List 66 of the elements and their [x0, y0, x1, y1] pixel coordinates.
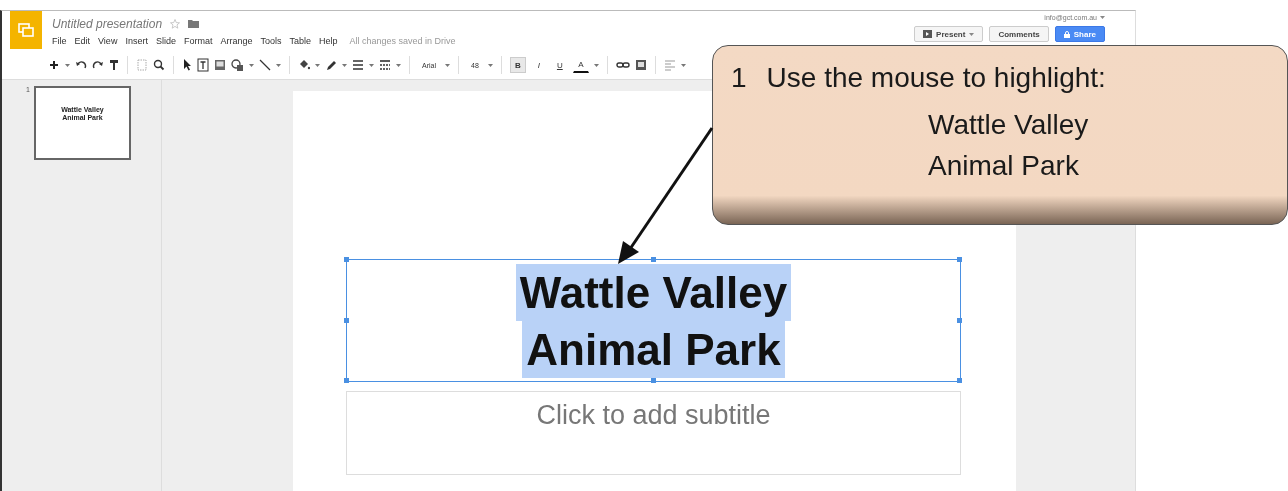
star-icon[interactable]: [170, 18, 181, 29]
caret-icon[interactable]: [249, 63, 254, 67]
instruction-text: Use the mouse to highlight:: [766, 62, 1106, 94]
menu-item[interactable]: Tools: [260, 35, 282, 46]
resize-handle[interactable]: [650, 257, 656, 262]
pencil-icon[interactable]: [325, 58, 337, 72]
caret-icon[interactable]: [396, 63, 401, 67]
format-button[interactable]: U: [551, 57, 568, 73]
caret-icon[interactable]: [593, 63, 599, 67]
resize-handle[interactable]: [957, 257, 962, 262]
comments-button[interactable]: Comments: [989, 26, 1049, 42]
fill-bucket-icon[interactable]: [298, 58, 310, 72]
present-button[interactable]: Present: [914, 26, 984, 42]
menu-item[interactable]: Help: [319, 35, 338, 46]
callout-text: Animal Park: [928, 149, 1080, 183]
caret-icon[interactable]: [276, 63, 281, 67]
format-button[interactable]: A: [572, 57, 589, 73]
menu-item[interactable]: Table: [289, 35, 311, 46]
subtitle-placeholder: Click to add subtitle: [536, 400, 771, 432]
callout-text: Wattle Valley: [928, 108, 1090, 142]
line-dash-icon[interactable]: [379, 58, 391, 72]
lock-icon: [1063, 30, 1070, 38]
menu-item[interactable]: Insert: [125, 35, 148, 46]
resize-handle[interactable]: [957, 317, 962, 323]
line-icon[interactable]: [259, 58, 271, 72]
cursor-icon[interactable]: [182, 58, 192, 72]
paint-roller-icon[interactable]: [109, 58, 119, 72]
caret-icon[interactable]: [342, 63, 347, 67]
slides-icon: [18, 23, 34, 37]
save-status: All changes saved in Drive: [349, 35, 456, 46]
menu-item[interactable]: File: [52, 35, 67, 46]
title-text-box[interactable]: Wattle Valley Animal Park: [346, 259, 961, 382]
caret-icon[interactable]: [487, 63, 493, 67]
caret-icon[interactable]: [65, 63, 70, 67]
subtitle-text-box[interactable]: Click to add subtitle: [346, 391, 961, 475]
play-icon: [923, 30, 933, 38]
menu-item[interactable]: View: [98, 35, 118, 46]
image-icon[interactable]: [214, 58, 226, 72]
document-title[interactable]: Untitled presentation: [52, 16, 163, 31]
slide-title[interactable]: Animal Park: [522, 320, 785, 378]
resize-handle[interactable]: [344, 257, 349, 262]
format-button[interactable]: B: [509, 57, 526, 73]
menu-item[interactable]: Slide: [155, 35, 176, 46]
resize-handle[interactable]: [344, 378, 349, 383]
text-box-icon[interactable]: [197, 58, 209, 72]
caret-icon[interactable]: [1100, 16, 1105, 19]
resize-handle[interactable]: [957, 378, 962, 383]
line-weight-icon[interactable]: [352, 58, 364, 72]
resize-handle[interactable]: [344, 317, 349, 323]
format-button[interactable]: I: [530, 57, 547, 73]
menu-item[interactable]: Edit: [74, 35, 91, 46]
caret-icon[interactable]: [680, 63, 686, 67]
folder-icon[interactable]: [188, 19, 200, 28]
plus-icon[interactable]: [48, 58, 60, 72]
zoom-icon[interactable]: [153, 58, 165, 72]
resize-handle[interactable]: [650, 378, 656, 383]
step-number: 1: [731, 62, 747, 94]
caret-icon: [969, 32, 975, 36]
menu-item[interactable]: Arrange: [220, 35, 253, 46]
shapes-icon[interactable]: [231, 58, 244, 72]
comment-box-icon[interactable]: [634, 58, 647, 72]
caret-icon[interactable]: [315, 63, 320, 67]
caret-icon[interactable]: [445, 63, 450, 67]
menu-item[interactable]: Format: [183, 35, 213, 46]
slide-title[interactable]: Wattle Valley: [515, 263, 792, 321]
caret-icon[interactable]: [369, 63, 374, 67]
